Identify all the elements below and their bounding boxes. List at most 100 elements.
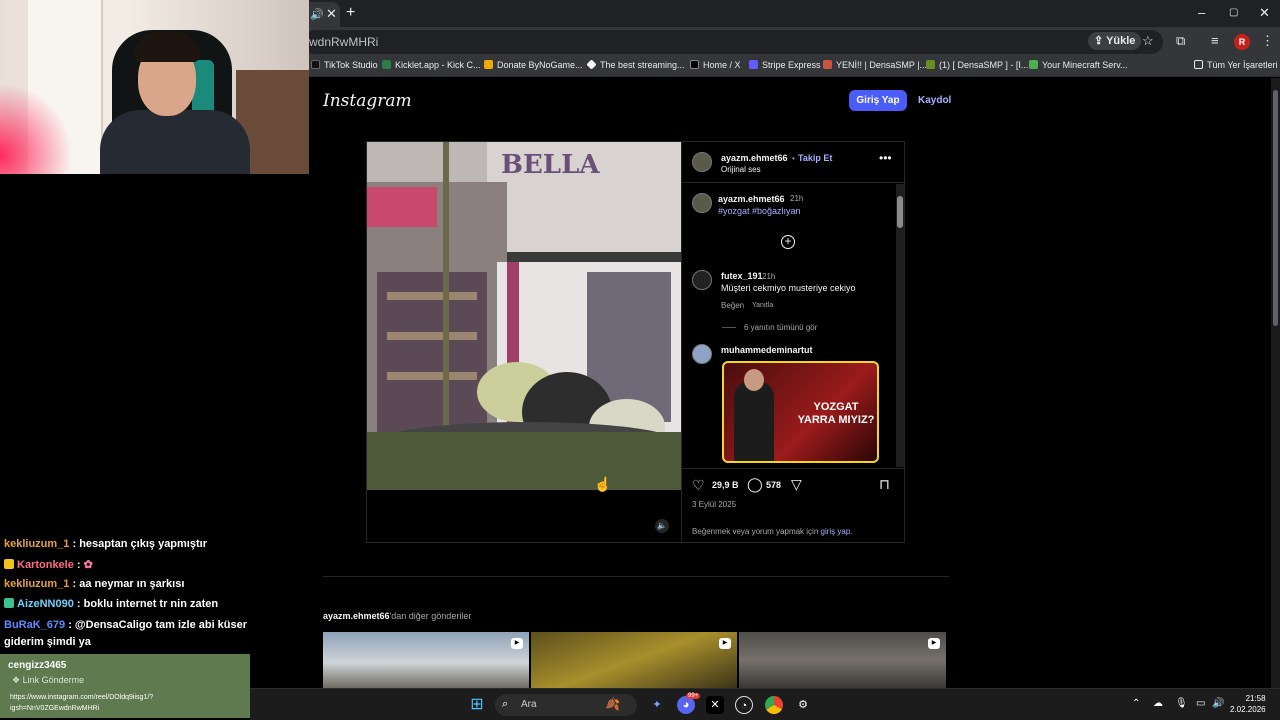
reel-icon: ▶	[511, 638, 523, 649]
caption-hashtags[interactable]: #yozgat #boğazlıyan	[718, 206, 801, 216]
mute-icon[interactable]: 🔈	[655, 519, 669, 533]
comments-scroll-thumb[interactable]	[897, 196, 903, 228]
all-bookmarks[interactable]: Tüm Yer İşaretleri	[1194, 60, 1278, 70]
subscriber-badge-icon	[4, 598, 14, 608]
post-thumbnail[interactable]: ▶	[323, 632, 529, 688]
comment-username[interactable]: futex_191	[721, 271, 763, 281]
address-text[interactable]: wdnRwMHRi	[309, 35, 378, 49]
tray-expand-icon[interactable]: ⌃	[1132, 698, 1140, 709]
maximize-button[interactable]: ▢	[1229, 7, 1238, 18]
minecraft-icon	[1029, 60, 1038, 69]
audio-label[interactable]: Orijinal ses	[721, 165, 761, 174]
bookmark-item[interactable]: Home / X	[690, 60, 741, 70]
section-divider	[323, 576, 949, 577]
donate-icon	[484, 60, 493, 69]
bookmark-item[interactable]: TikTok Studio	[311, 60, 378, 70]
bookmark-item[interactable]: Donate ByNoGame...	[484, 60, 583, 70]
bookmark-item[interactable]: Stripe Express	[749, 60, 821, 70]
signup-link[interactable]: Kaydol	[918, 95, 951, 106]
media-control-icon[interactable]: ≡	[1211, 33, 1219, 48]
comment-image-caption: YOZGAT YARRA MIYIZ?	[797, 401, 875, 426]
windows-start-icon[interactable]: ⊞	[468, 696, 486, 714]
post-thumbnail[interactable]: ▶	[739, 632, 946, 688]
streaming-icon	[586, 59, 597, 70]
link-alert-tag: ❖ Link Gönderme	[12, 675, 85, 685]
more-posts-user[interactable]: ayazm.ehmet66	[323, 611, 390, 621]
taskbar-app-icon[interactable]: ⚙	[794, 696, 812, 714]
forum-icon	[926, 60, 935, 69]
bookmark-item[interactable]: YENİ!! | DensaSMP |...	[823, 60, 927, 70]
instagram-logo[interactable]: Instagram	[323, 91, 412, 111]
search-placeholder: Ara	[521, 699, 537, 710]
comment-avatar[interactable]	[692, 270, 712, 290]
folder-icon	[1194, 60, 1203, 69]
login-button[interactable]: Giriş Yap	[849, 90, 907, 111]
add-icon[interactable]: +	[781, 235, 795, 249]
extensions-icon[interactable]: ⧉	[1176, 33, 1185, 49]
like-icon[interactable]: ♡	[692, 477, 705, 494]
taskbar-search[interactable]: ⌕ Ara 🍂	[495, 694, 637, 716]
chrome-icon[interactable]	[765, 696, 783, 714]
bookmark-item[interactable]: (1) [ DensaSMP ] - [I...	[926, 60, 1028, 70]
author-avatar[interactable]	[692, 152, 712, 172]
reel-icon: ▶	[928, 638, 940, 649]
app-icon[interactable]: ✦	[648, 696, 666, 714]
chat-message-continuation: giderim şimdi ya	[4, 636, 91, 648]
caption-username[interactable]: ayazm.ehmet66	[718, 194, 785, 204]
comment-image[interactable]: YOZGAT YARRA MIYIZ?	[722, 361, 879, 463]
audio-playing-icon[interactable]: 🔊	[310, 8, 324, 21]
chat-username: BuRaK_679	[4, 619, 66, 631]
subscriber-badge-icon	[4, 559, 14, 569]
comment-username[interactable]: muhammedeminartut	[721, 345, 813, 355]
new-tab-button[interactable]: +	[346, 4, 355, 22]
post-side-panel: ayazm.ehmet66 • Takip Et Orijinal ses ••…	[681, 142, 906, 542]
network-icon[interactable]: ▭	[1196, 698, 1205, 709]
page-scrollbar[interactable]	[1271, 78, 1280, 688]
led-glow	[0, 80, 70, 174]
clock-date: 2.02.2026	[1230, 705, 1266, 714]
post-date: 3 Eylül 2025	[692, 500, 737, 509]
emote-icon: ✿	[83, 559, 93, 571]
profile-avatar[interactable]: R	[1234, 34, 1250, 50]
address-bar[interactable]: wdnRwMHRi	[303, 30, 1163, 54]
microphone-icon[interactable]: 🎙	[1175, 698, 1188, 709]
densasmp-icon	[823, 60, 832, 69]
browser-menu-icon[interactable]: ⋮	[1261, 33, 1274, 49]
login-prompt-link[interactable]: giriş yap	[821, 527, 851, 536]
obs-icon[interactable]: ◔	[735, 696, 753, 714]
taskbar-clock[interactable]: 21:58 2.02.2026	[1230, 693, 1266, 715]
caption-time: 21h	[790, 194, 804, 203]
clock-time: 21:58	[1245, 694, 1266, 703]
comment-avatar[interactable]	[692, 344, 712, 364]
comments-scrollbar[interactable]	[896, 184, 904, 467]
close-tab-icon[interactable]: ✕	[326, 6, 337, 22]
view-replies-link[interactable]: 6 yanıtın tümünü gör	[744, 323, 817, 332]
chat-message: Kartonkele : ✿	[4, 558, 93, 571]
author-username[interactable]: ayazm.ehmet66	[721, 153, 788, 163]
bookmark-item[interactable]: Your Minecraft Serv...	[1029, 60, 1128, 70]
bookmark-item[interactable]: The best streaming...	[586, 59, 685, 70]
comment-reply-button[interactable]: Yanıtla	[752, 302, 773, 309]
chat-username: Kartonkele	[17, 559, 74, 571]
volume-icon[interactable]: 🔊	[1212, 698, 1224, 709]
save-icon[interactable]: ⊓	[879, 476, 890, 493]
bookmark-item[interactable]: Kicklet.app - Kick C...	[382, 60, 481, 70]
bookmark-star-icon[interactable]: ☆	[1142, 33, 1154, 49]
close-window-button[interactable]: ✕	[1259, 5, 1270, 21]
post-thumbnail[interactable]: ▶	[531, 632, 737, 688]
chat-username: kekliuzum_1	[4, 578, 70, 590]
capcut-icon[interactable]: ✕	[706, 696, 724, 714]
minimize-button[interactable]: –	[1198, 5, 1205, 20]
upload-button[interactable]: ⇪ Yükle	[1088, 32, 1142, 50]
follow-button[interactable]: Takip Et	[798, 153, 832, 163]
search-icon: ⌕	[502, 698, 509, 710]
comment-icon[interactable]: ◯	[747, 476, 763, 493]
caption-avatar[interactable]	[692, 193, 712, 213]
tray-app-icon[interactable]: ☁	[1153, 698, 1163, 709]
comment-like-button[interactable]: Beğen	[721, 301, 744, 310]
reel-video[interactable]: BELLA 🔈	[367, 142, 681, 542]
more-options-icon[interactable]: •••	[879, 151, 892, 165]
link-alert-card: cengizz3465 ❖ Link Gönderme https://www.…	[0, 654, 250, 718]
share-icon[interactable]: ▽	[791, 476, 802, 493]
page-scroll-thumb[interactable]	[1273, 90, 1278, 326]
